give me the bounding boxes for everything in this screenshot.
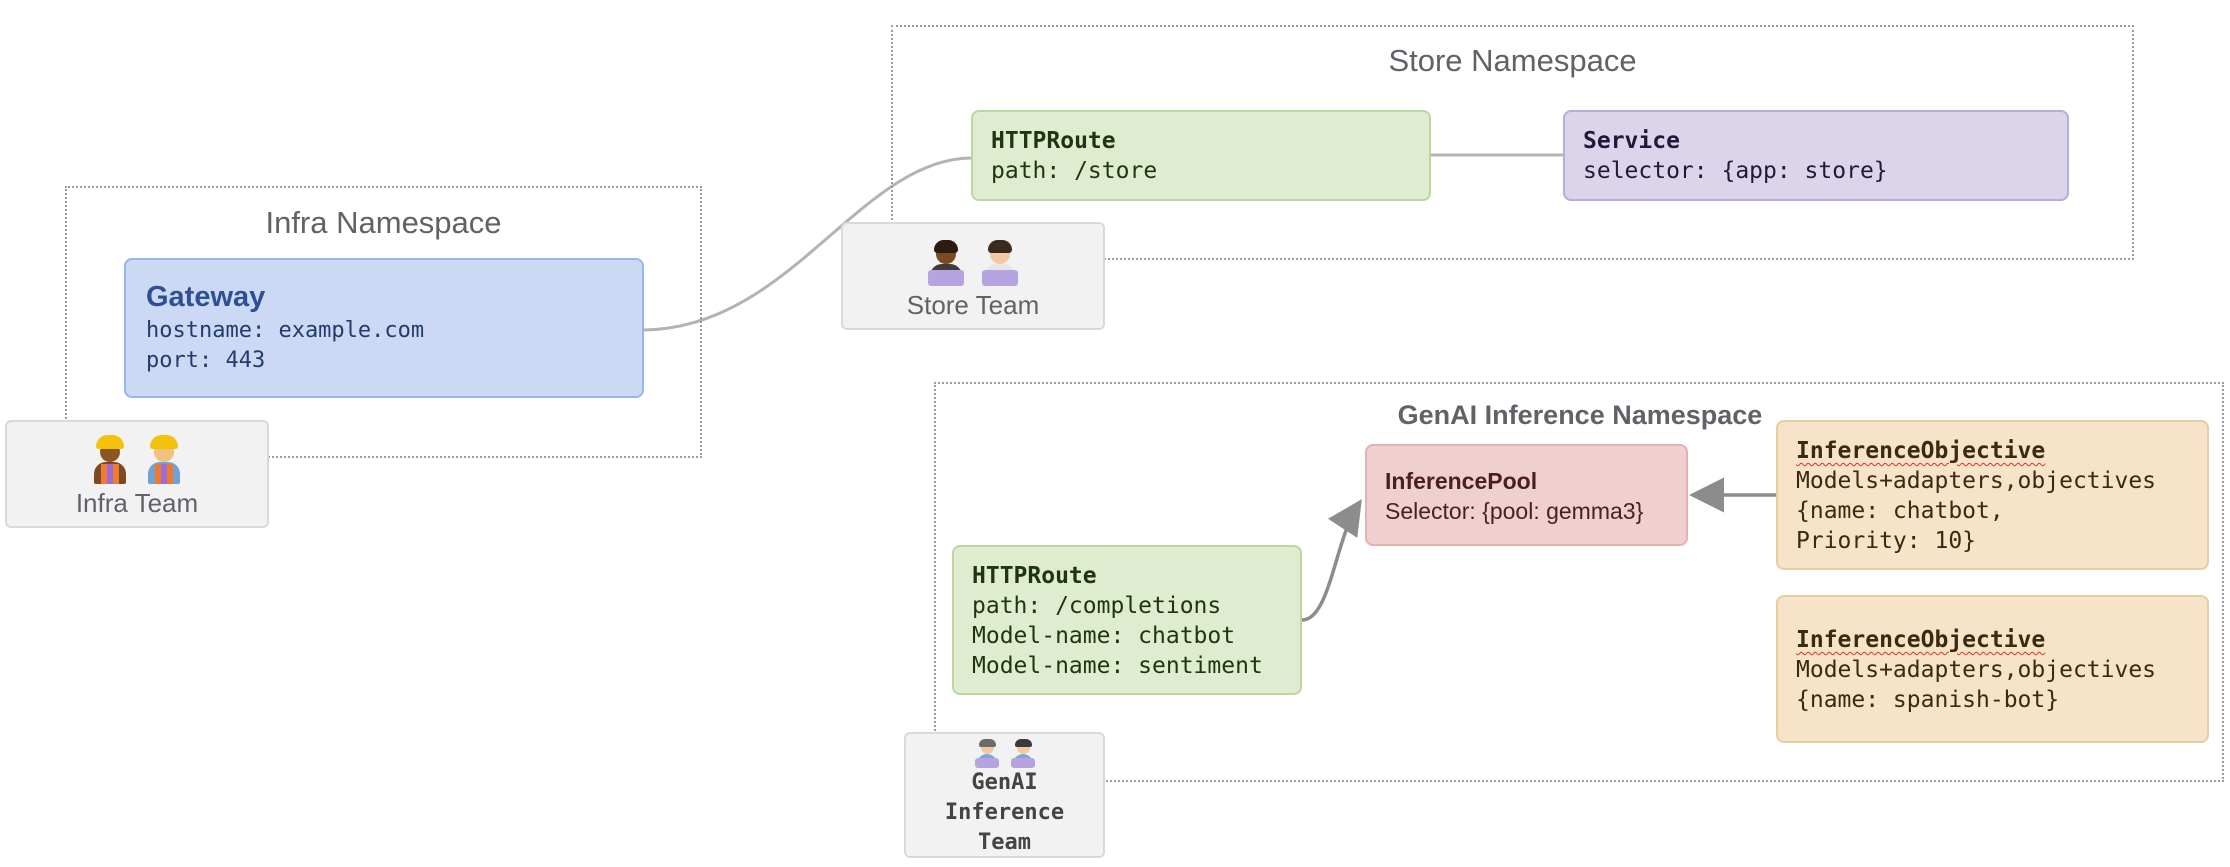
genai-team-label-line-2: Inference <box>944 800 1065 825</box>
inference-objective-spanish-box[interactable]: InferenceObjective Models+adapters,objec… <box>1776 595 2209 743</box>
store-team-card: Store Team <box>841 222 1105 330</box>
diagram-canvas: Infra Namespace Gateway hostname: exampl… <box>0 0 2230 867</box>
store-service-kind: Service <box>1583 128 1680 154</box>
inference-pool-box[interactable]: InferencePool Selector: {pool: gemma3} <box>1365 444 1688 546</box>
inference-objective-chatbot-line-1: Models+adapters,objectives <box>1796 468 2157 494</box>
inference-objective-chatbot-line-3: Priority: 10} <box>1796 528 1977 554</box>
genai-team-card: GenAI Inference Team <box>904 732 1105 858</box>
construction-worker-woman-icon <box>90 434 130 484</box>
technologist-woman-icon <box>980 236 1020 286</box>
technologist-icon <box>974 738 1000 768</box>
inference-objective-spanish-kind: InferenceObjective <box>1796 627 2046 653</box>
infra-team-card: Infra Team <box>5 420 269 528</box>
gateway-kind: Gateway <box>146 281 266 313</box>
inference-objective-chatbot-box[interactable]: InferenceObjective Models+adapters,objec… <box>1776 420 2209 570</box>
store-service-box[interactable]: Service selector: {app: store} <box>1563 110 2069 201</box>
store-team-label: Store Team <box>906 290 1040 320</box>
store-team-avatars <box>843 236 1103 286</box>
genai-httproute-box[interactable]: HTTPRoute path: /completions Model-name:… <box>952 545 1302 695</box>
genai-team-label-line-3: Team <box>978 830 1031 855</box>
technologist-icon <box>1010 738 1036 768</box>
store-httproute-box[interactable]: HTTPRoute path: /store <box>971 110 1431 201</box>
gateway-box[interactable]: Gateway hostname: example.com port: 443 <box>124 258 644 398</box>
construction-worker-man-icon <box>144 434 184 484</box>
gateway-port: port: 443 <box>146 348 266 373</box>
store-service-selector: selector: {app: store} <box>1583 158 1888 184</box>
infra-namespace-title: Infra Namespace <box>265 205 502 240</box>
genai-httproute-kind: HTTPRoute <box>972 563 1097 589</box>
gateway-hostname: hostname: example.com <box>146 318 425 343</box>
inference-pool-selector: Selector: {pool: gemma3} <box>1385 498 1644 524</box>
inference-objective-spanish-line-2: {name: spanish-bot} <box>1796 687 2060 713</box>
inference-pool-kind: InferencePool <box>1385 468 1538 494</box>
inference-objective-chatbot-kind: InferenceObjective <box>1796 438 2046 464</box>
infra-team-label: Infra Team <box>75 488 199 518</box>
genai-team-label-line-1: GenAI <box>971 770 1038 795</box>
inference-objective-spanish-line-1: Models+adapters,objectives <box>1796 657 2157 683</box>
technologist-man-icon <box>926 236 966 286</box>
store-namespace-title: Store Namespace <box>1388 43 1637 78</box>
genai-team-avatars <box>906 738 1103 768</box>
genai-httproute-model-1: Model-name: chatbot <box>972 623 1236 649</box>
infra-team-avatars <box>7 434 267 484</box>
inference-objective-chatbot-line-2: {name: chatbot, <box>1796 498 2004 524</box>
store-httproute-path: path: /store <box>991 158 1158 184</box>
genai-httproute-path: path: /completions <box>972 593 1222 619</box>
store-httproute-kind: HTTPRoute <box>991 128 1116 154</box>
genai-httproute-model-2: Model-name: sentiment <box>972 653 1263 679</box>
